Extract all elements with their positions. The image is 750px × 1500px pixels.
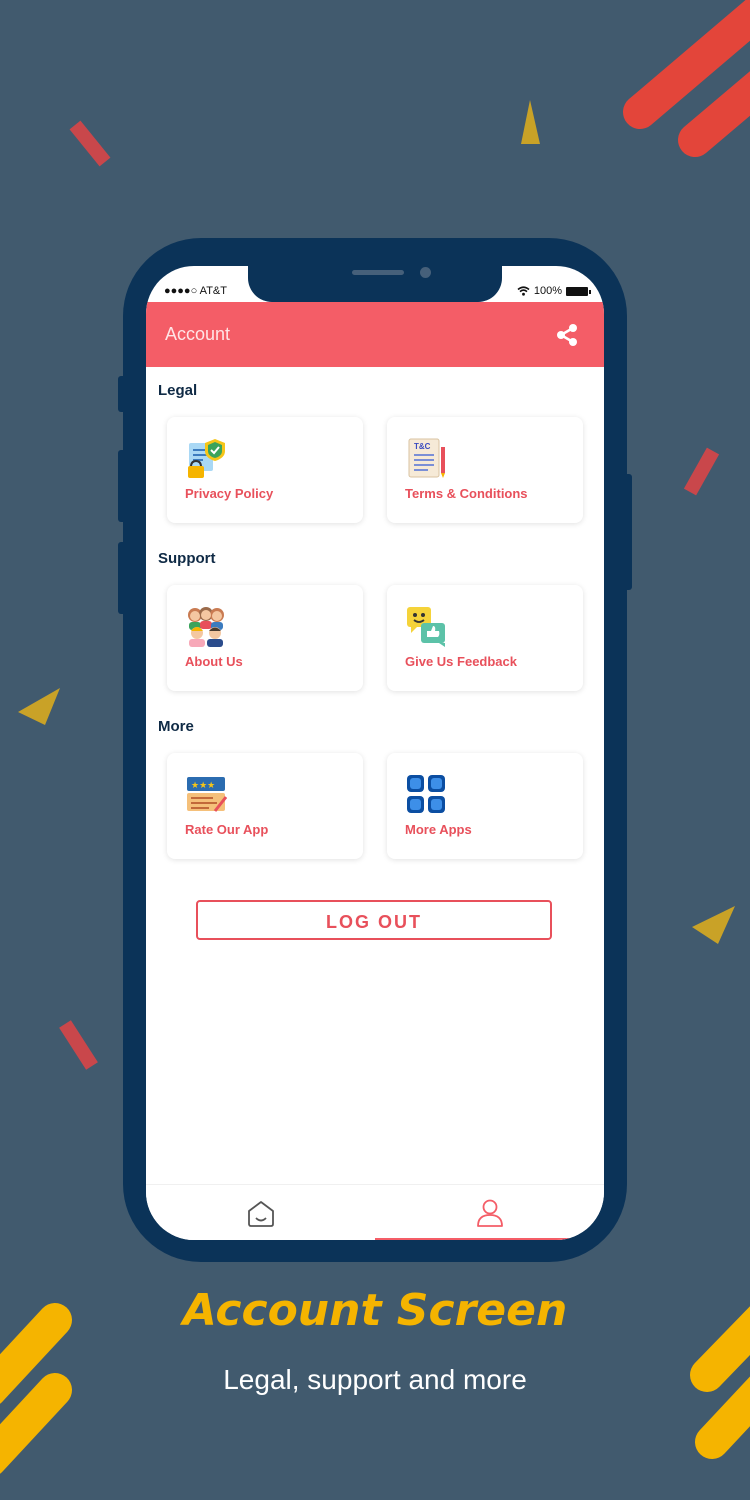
camera [420, 267, 431, 278]
card-label: About Us [185, 654, 243, 669]
battery-icon [566, 286, 591, 296]
privacy-policy-card[interactable]: Privacy Policy [167, 417, 363, 523]
rating-icon: ★★★ [187, 777, 227, 812]
bottom-nav [146, 1184, 604, 1240]
rate-app-card[interactable]: ★★★ Rate Our App [167, 753, 363, 859]
more-apps-card[interactable]: More Apps [387, 753, 583, 859]
home-icon [248, 1201, 274, 1227]
terms-icon-text: T&C [414, 442, 431, 451]
wifi-icon [517, 286, 530, 296]
card-label: Give Us Feedback [405, 654, 517, 669]
section-title-legal: Legal [158, 382, 198, 399]
terms-icon: T&C [408, 438, 445, 478]
caption-title: Account Screen [182, 1285, 568, 1336]
nav-item-profile[interactable] [375, 1185, 604, 1240]
card-label: Terms & Conditions [405, 486, 528, 501]
give-feedback-card[interactable]: Give Us Feedback [387, 585, 583, 691]
phone-notch [248, 266, 502, 302]
status-right: 100% [517, 285, 591, 297]
apps-grid-icon [407, 775, 445, 813]
phone-screen: ●●●●○ AT&T 100% Account Legal Privacy Po… [146, 266, 604, 1240]
card-label: Privacy Policy [185, 486, 274, 501]
section-title-more: More [158, 718, 194, 735]
nav-item-home[interactable] [146, 1185, 375, 1240]
share-icon[interactable] [554, 322, 580, 348]
app-bar: Account [146, 302, 604, 367]
terms-conditions-card[interactable]: T&C Terms & Conditions [387, 417, 583, 523]
battery-percent: 100% [533, 285, 562, 297]
logout-button[interactable]: LOG OUT [196, 900, 552, 940]
section-title-support: Support [158, 550, 216, 567]
svg-text:★★★: ★★★ [191, 781, 215, 791]
privacy-icon [188, 439, 225, 478]
caption-subtitle: Legal, support and more [223, 1364, 527, 1395]
card-label: More Apps [405, 822, 472, 837]
card-label: Rate Our App [185, 822, 269, 837]
page-title: Account [165, 324, 231, 344]
feedback-icon [407, 607, 445, 647]
speaker [352, 270, 404, 275]
team-icon [188, 607, 224, 647]
profile-icon [477, 1199, 503, 1227]
status-carrier: ●●●●○ AT&T [164, 285, 227, 297]
about-us-card[interactable]: About Us [167, 585, 363, 691]
